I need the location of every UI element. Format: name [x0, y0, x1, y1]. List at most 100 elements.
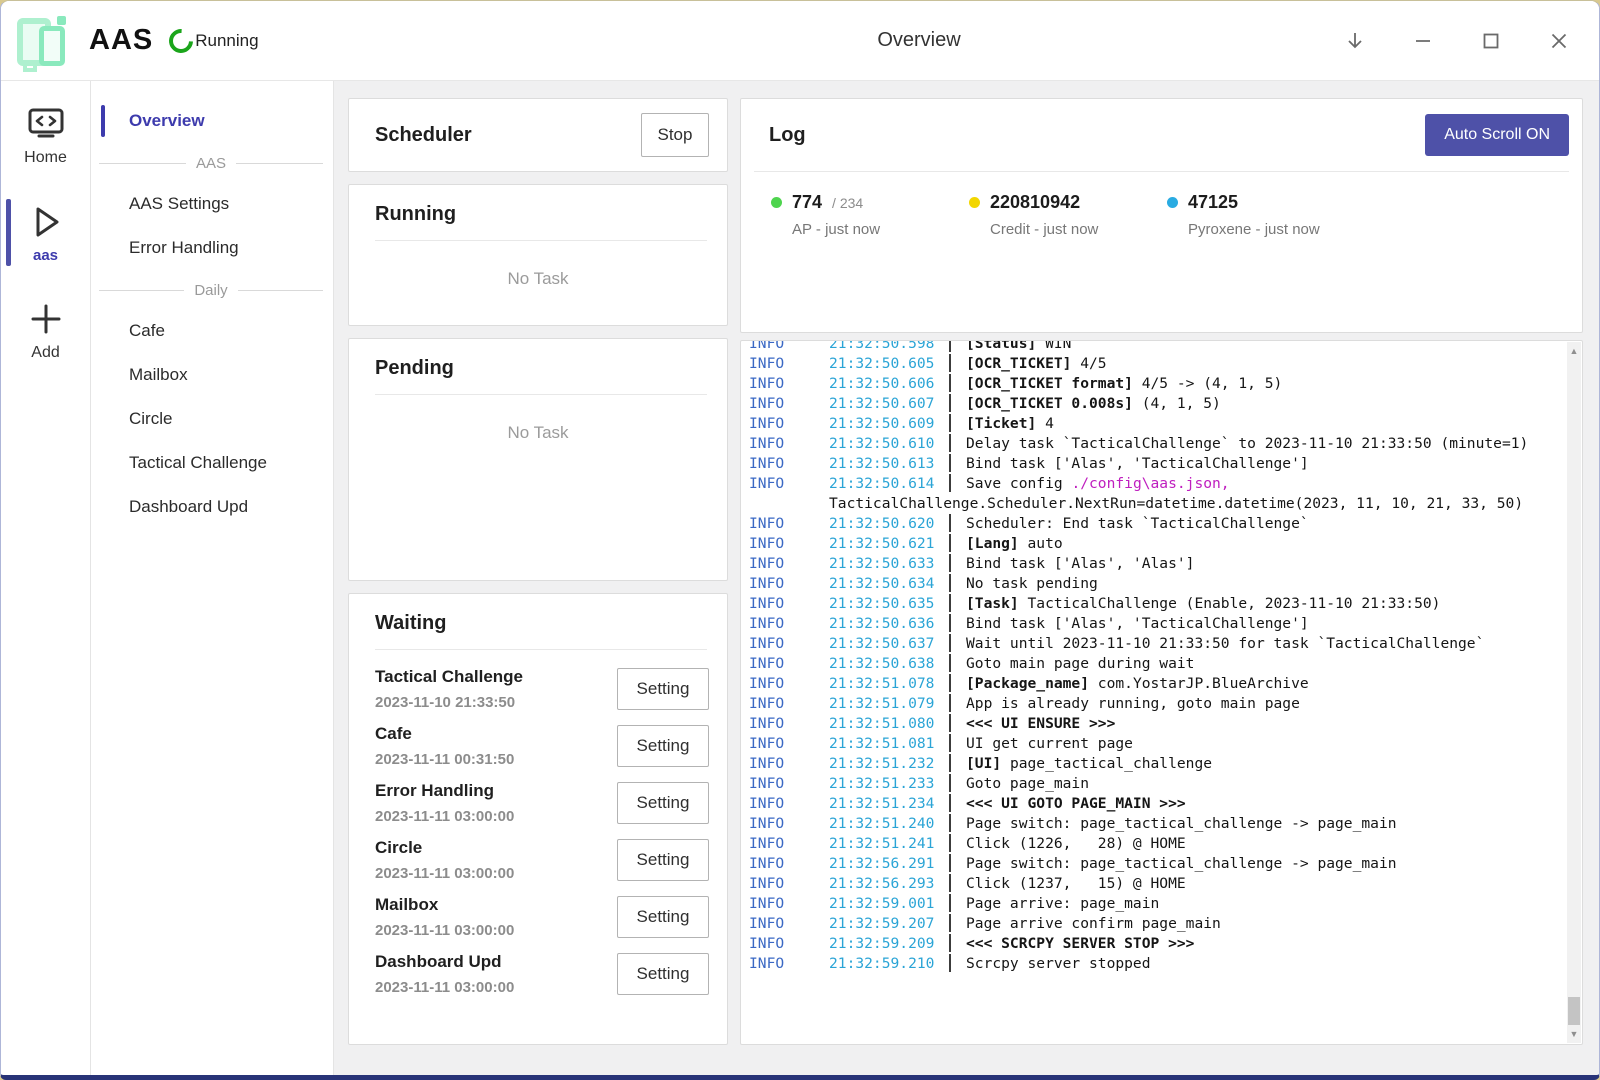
log-message: [Ticket] 4	[966, 415, 1054, 432]
log-line: INFO21:32:59.210Scrcpy server stopped	[749, 954, 1550, 974]
log-line: INFO21:32:50.634No task pending	[749, 574, 1550, 594]
log-timestamp: 21:32:50.609	[829, 414, 937, 434]
log-timestamp: 21:32:56.293	[829, 874, 937, 894]
nav-item-mailbox[interactable]: Mailbox	[91, 355, 333, 395]
log-card: Log Auto Scroll ON 774/ 234AP - just now…	[740, 98, 1583, 333]
scroll-up-icon[interactable]: ▲	[1567, 344, 1581, 358]
log-message: App is already running, goto main page	[966, 695, 1300, 712]
waiting-task-row: Tactical Challenge2023-11-10 21:33:50Set…	[375, 667, 709, 711]
log-separator	[949, 374, 951, 392]
log-separator	[949, 634, 951, 652]
nav-item-tactical-challenge[interactable]: Tactical Challenge	[91, 443, 333, 483]
log-level: INFO	[749, 614, 829, 634]
running-title: Running	[375, 203, 707, 226]
log-timestamp: 21:32:50.610	[829, 434, 937, 454]
log-level: INFO	[749, 674, 829, 694]
nav-group-divider-daily: Daily	[91, 272, 333, 309]
stat-dot-icon	[771, 197, 782, 208]
log-console[interactable]: INFO21:32:50.598[Status] WININFO21:32:50…	[740, 340, 1583, 1045]
close-icon[interactable]	[1537, 19, 1581, 63]
log-level: INFO	[749, 934, 829, 954]
running-card: Running No Task	[348, 184, 728, 326]
waiting-task-name: Error Handling	[375, 781, 514, 801]
scheduler-card: Scheduler Stop	[348, 98, 728, 172]
log-level: INFO	[749, 634, 829, 654]
log-timestamp: 21:32:50.637	[829, 634, 937, 654]
rail-item-home[interactable]: Home	[1, 99, 90, 171]
task-setting-button[interactable]: Setting	[617, 782, 709, 824]
log-level: INFO	[749, 474, 829, 494]
minimize-icon[interactable]	[1401, 19, 1445, 63]
log-message: [Task] TacticalChallenge (Enable, 2023-1…	[966, 595, 1440, 612]
pending-card: Pending No Task	[348, 338, 728, 581]
rail-item-add[interactable]: Add	[1, 294, 90, 366]
nav-item-circle[interactable]: Circle	[91, 399, 333, 439]
log-line: INFO21:32:50.635[Task] TacticalChallenge…	[749, 594, 1550, 614]
log-separator	[949, 354, 951, 372]
log-level: INFO	[749, 914, 829, 934]
nav-item-overview[interactable]: Overview	[91, 101, 333, 141]
log-level: INFO	[749, 574, 829, 594]
nav-item-error-handling[interactable]: Error Handling	[91, 228, 333, 268]
log-separator	[949, 514, 951, 532]
log-level: INFO	[749, 454, 829, 474]
task-setting-button[interactable]: Setting	[617, 839, 709, 881]
log-line: INFO21:32:56.293Click (1237, 15) @ HOME	[749, 874, 1550, 894]
stat-value: 774	[792, 192, 822, 213]
waiting-task-name: Circle	[375, 838, 514, 858]
log-line: INFO21:32:50.621[Lang] auto	[749, 534, 1550, 554]
nav-item-cafe[interactable]: Cafe	[91, 311, 333, 351]
log-timestamp: 21:32:59.001	[829, 894, 937, 914]
log-message: Bind task ['Alas', 'TacticalChallenge']	[966, 615, 1309, 632]
log-timestamp: 21:32:59.207	[829, 914, 937, 934]
log-level: INFO	[749, 534, 829, 554]
waiting-task-next-run: 2023-11-11 03:00:00	[375, 922, 514, 939]
log-message: [Package_name] com.YostarJP.BlueArchive	[966, 675, 1309, 692]
log-message: Bind task ['Alas', 'TacticalChallenge']	[966, 455, 1309, 472]
log-level: INFO	[749, 734, 829, 754]
scheduler-title: Scheduler	[375, 124, 472, 147]
log-line: INFO21:32:51.234<<< UI GOTO PAGE_MAIN >>…	[749, 794, 1550, 814]
log-separator	[949, 454, 951, 472]
rail-item-label: aas	[33, 247, 58, 264]
app-name: AAS	[89, 24, 153, 57]
task-setting-button[interactable]: Setting	[617, 725, 709, 767]
stat-value: 220810942	[990, 192, 1080, 213]
task-setting-button[interactable]: Setting	[617, 668, 709, 710]
waiting-task-next-run: 2023-11-11 03:00:00	[375, 865, 514, 882]
waiting-title: Waiting	[375, 612, 707, 635]
log-line: INFO21:32:50.609[Ticket] 4	[749, 414, 1550, 434]
nav-item-aas-settings[interactable]: AAS Settings	[91, 184, 333, 224]
log-timestamp: 21:32:59.210	[829, 954, 937, 974]
waiting-task-next-run: 2023-11-11 00:31:50	[375, 751, 514, 768]
log-line: INFO21:32:50.606[OCR_TICKET format] 4/5 …	[749, 374, 1550, 394]
waiting-task-row: Circle 2023-11-11 03:00:00 Setting	[375, 838, 709, 882]
scrollbar-thumb[interactable]	[1568, 997, 1580, 1025]
rail-item-aas[interactable]: aas	[1, 197, 90, 268]
log-separator	[949, 854, 951, 872]
log-line: INFO21:32:51.079App is already running, …	[749, 694, 1550, 714]
log-line: INFO21:32:50.605[OCR_TICKET] 4/5	[749, 354, 1550, 374]
log-line: INFO21:32:51.240Page switch: page_tactic…	[749, 814, 1550, 834]
log-message: Scrcpy server stopped	[966, 955, 1151, 972]
log-timestamp: 21:32:51.081	[829, 734, 937, 754]
update-download-icon[interactable]	[1333, 19, 1377, 63]
log-level: INFO	[749, 874, 829, 894]
log-scrollbar[interactable]: ▲ ▼	[1567, 342, 1581, 1043]
log-level: INFO	[749, 394, 829, 414]
log-line: INFO21:32:50.598[Status] WIN	[749, 340, 1550, 354]
log-separator	[949, 554, 951, 572]
nav-item-dashboard-upd[interactable]: Dashboard Upd	[91, 487, 333, 527]
log-timestamp: 21:32:59.209	[829, 934, 937, 954]
scroll-down-icon[interactable]: ▼	[1567, 1027, 1581, 1041]
log-line: INFO21:32:50.637Wait until 2023-11-10 21…	[749, 634, 1550, 654]
log-timestamp: 21:32:50.607	[829, 394, 937, 414]
log-level: INFO	[749, 834, 829, 854]
log-separator	[949, 834, 951, 852]
task-setting-button[interactable]: Setting	[617, 896, 709, 938]
stop-button[interactable]: Stop	[641, 113, 709, 157]
maximize-icon[interactable]	[1469, 19, 1513, 63]
task-setting-button[interactable]: Setting	[617, 953, 709, 995]
waiting-task-row: Cafe2023-11-11 00:31:50Setting	[375, 724, 709, 768]
auto-scroll-toggle[interactable]: Auto Scroll ON	[1425, 114, 1569, 156]
